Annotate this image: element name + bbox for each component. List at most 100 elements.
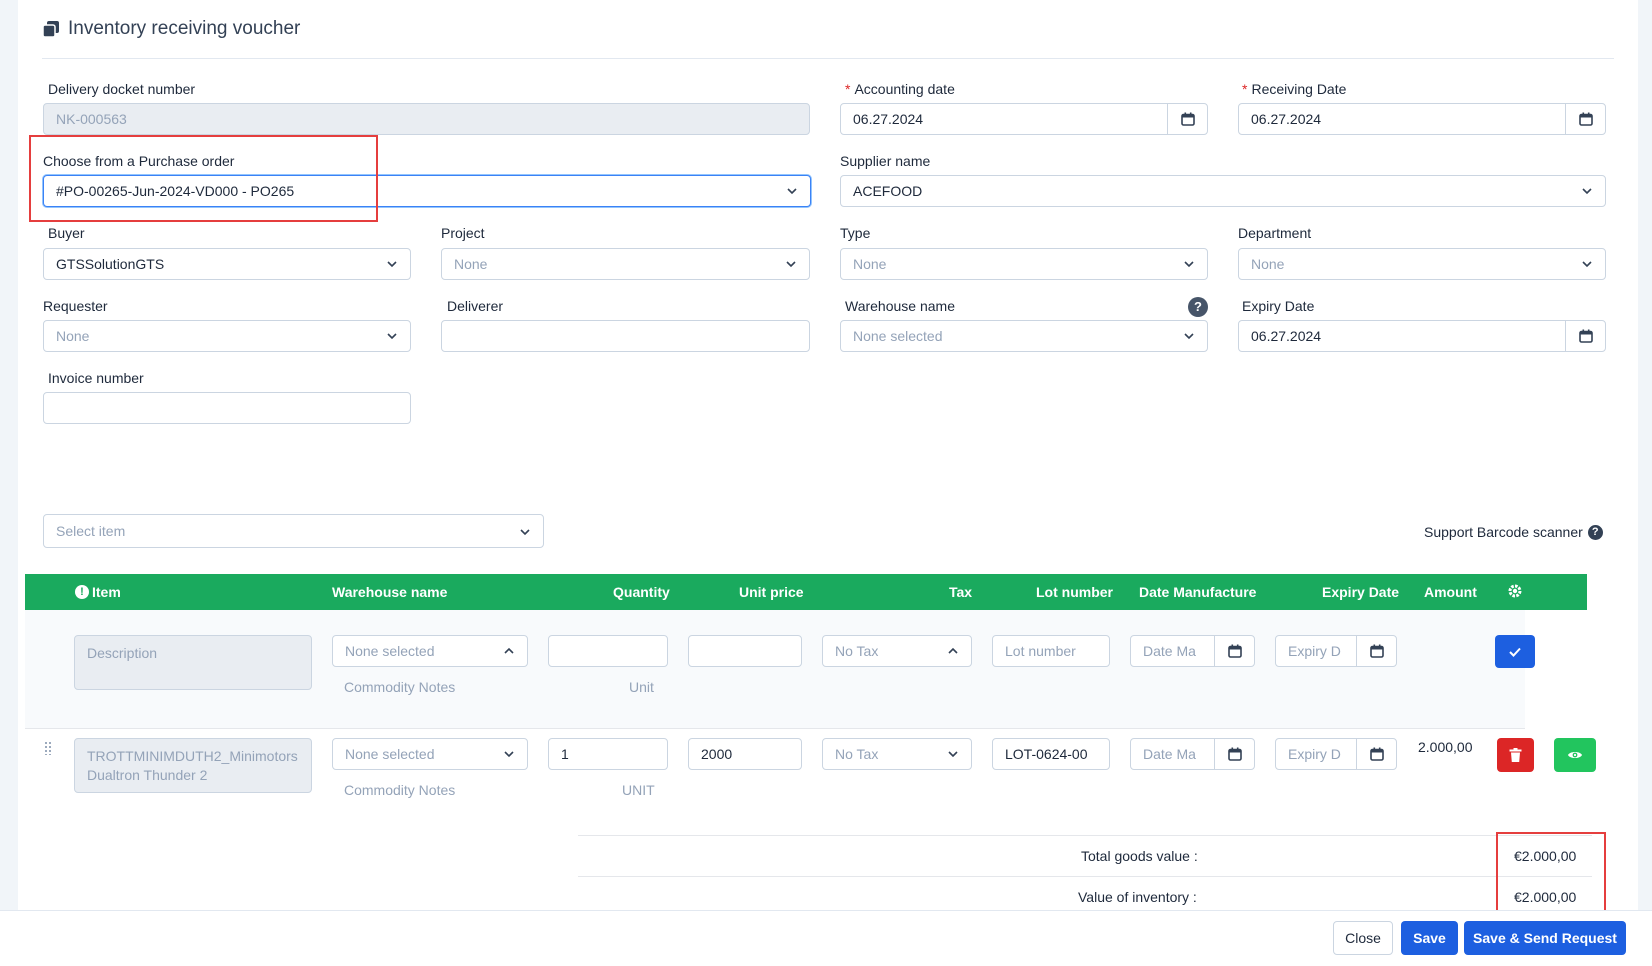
select-item-dropdown[interactable]: Select item: [43, 514, 544, 548]
receiving-date-input[interactable]: 06.27.2024: [1238, 103, 1606, 135]
new-row-unit-price-input[interactable]: [688, 635, 802, 667]
column-warehouse: Warehouse name: [332, 584, 448, 600]
requester-select[interactable]: None: [43, 320, 411, 352]
commodity-notes-label: Commodity Notes: [344, 782, 456, 798]
receiving-date-label: * Receiving Date: [1242, 81, 1347, 97]
column-expiry-date: Expiry Date: [1322, 584, 1400, 600]
delivery-docket-label: Delivery docket number: [48, 81, 196, 97]
calendar-icon[interactable]: [1356, 636, 1396, 666]
expiry-date-input[interactable]: 06.27.2024: [1238, 320, 1606, 352]
info-icon: !: [75, 585, 89, 599]
row-date-manufacture-input[interactable]: Date Ma: [1130, 738, 1255, 770]
row-lot-input[interactable]: LOT-0624-00: [992, 738, 1110, 770]
project-label: Project: [441, 225, 485, 241]
new-row-date-manufacture-input[interactable]: Date Ma: [1130, 635, 1255, 667]
accounting-date-input[interactable]: 06.27.2024: [840, 103, 1208, 135]
supplier-label: Supplier name: [840, 153, 931, 169]
check-icon: [1509, 647, 1521, 657]
header-divider: [42, 58, 1614, 59]
column-unit-price: Unit price: [739, 584, 804, 600]
help-icon[interactable]: ?: [1188, 297, 1208, 317]
row-quantity-input[interactable]: 1: [548, 738, 668, 770]
column-quantity: Quantity: [613, 584, 670, 600]
description-input[interactable]: Description: [74, 635, 312, 690]
calendar-icon[interactable]: [1356, 739, 1396, 769]
totals-divider: [578, 876, 1592, 877]
new-row-expiry-input[interactable]: Expiry D: [1275, 635, 1397, 667]
department-select[interactable]: None: [1238, 248, 1606, 280]
expiry-date-label: Expiry Date: [1242, 298, 1315, 314]
unit-label: UNIT: [622, 782, 655, 798]
buyer-select[interactable]: GTSSolutionGTS: [43, 248, 411, 280]
highlight-box: [1496, 832, 1606, 917]
warehouse-label: Warehouse name: [845, 298, 955, 314]
invoice-number-label: Invoice number: [48, 370, 144, 386]
row-expiry-input[interactable]: Expiry D: [1275, 738, 1397, 770]
help-icon: ?: [1587, 524, 1603, 540]
chevron-down-icon: [520, 529, 530, 536]
supplier-select[interactable]: ACEFOOD: [840, 175, 1606, 207]
page-header: Inventory receiving voucher: [42, 18, 300, 40]
column-tax: Tax: [949, 584, 973, 600]
chevron-up-icon: [948, 647, 958, 654]
delete-item-button[interactable]: [1497, 738, 1534, 772]
requester-label: Requester: [43, 298, 108, 314]
column-lot-number: Lot number: [1036, 584, 1113, 600]
new-row-tax-select[interactable]: No Tax: [822, 635, 972, 667]
barcode-scanner-label: Support Barcode scanner: [1424, 524, 1583, 540]
new-row-warehouse-select[interactable]: None selected: [332, 635, 528, 667]
chevron-down-icon: [948, 751, 958, 758]
trash-icon: [1509, 748, 1522, 762]
row-unit-price-input[interactable]: 2000: [688, 738, 802, 770]
calendar-icon[interactable]: [1214, 739, 1254, 769]
column-item: ! Item: [75, 584, 121, 600]
page-title: Inventory receiving voucher: [68, 18, 301, 39]
calendar-icon[interactable]: [1214, 636, 1254, 666]
project-select[interactable]: None: [441, 248, 810, 280]
commodity-notes-label: Commodity Notes: [344, 679, 456, 695]
totals-divider: [578, 835, 1592, 836]
total-goods-label: Total goods value :: [1081, 848, 1198, 864]
chevron-down-icon: [1582, 188, 1592, 195]
new-row-lot-input[interactable]: Lot number: [992, 635, 1110, 667]
gear-icon[interactable]: [1507, 583, 1523, 599]
calendar-icon[interactable]: [1167, 104, 1207, 134]
view-item-button[interactable]: [1554, 738, 1596, 772]
deliverer-input[interactable]: [441, 320, 810, 352]
type-select[interactable]: None: [840, 248, 1208, 280]
delivery-docket-input[interactable]: NK-000563: [43, 103, 810, 135]
type-label: Type: [840, 225, 871, 241]
save-button[interactable]: Save: [1401, 921, 1458, 955]
department-label: Department: [1238, 225, 1312, 241]
warehouse-select[interactable]: None selected: [840, 320, 1208, 352]
deliverer-label: Deliverer: [447, 298, 504, 314]
save-send-request-button[interactable]: Save & Send Request: [1464, 921, 1626, 955]
items-table-header: ! Item Warehouse name Quantity Unit price…: [25, 574, 1587, 610]
buyer-label: Buyer: [48, 225, 85, 241]
chevron-down-icon: [504, 751, 514, 758]
eye-icon: [1568, 752, 1582, 758]
close-button[interactable]: Close: [1333, 921, 1393, 955]
add-item-button[interactable]: [1495, 635, 1535, 668]
copy-icon: [42, 21, 59, 38]
row-warehouse-select[interactable]: None selected: [332, 738, 528, 770]
chevron-down-icon: [1184, 333, 1194, 340]
invoice-number-input[interactable]: [43, 392, 411, 424]
calendar-icon[interactable]: [1565, 104, 1605, 134]
chevron-down-icon: [1582, 261, 1592, 268]
chevron-down-icon: [787, 188, 797, 195]
chevron-down-icon: [1184, 261, 1194, 268]
chevron-down-icon: [387, 261, 397, 268]
footer-bar: Close Save Save & Send Request: [0, 910, 1652, 966]
column-date-manufacture: Date Manufacture: [1139, 584, 1257, 600]
calendar-icon[interactable]: [1565, 321, 1605, 351]
column-amount: Amount: [1424, 584, 1477, 600]
barcode-scanner-toggle[interactable]: Support Barcode scanner ?: [1424, 524, 1603, 540]
chevron-down-icon: [786, 261, 796, 268]
new-row-quantity-input[interactable]: [548, 635, 668, 667]
item-description[interactable]: TROTTMINIMDUTH2_Minimotors Dualtron Thun…: [74, 738, 312, 793]
chevron-up-icon: [504, 647, 514, 654]
drag-handle-icon[interactable]: [44, 741, 52, 755]
row-tax-select[interactable]: No Tax: [822, 738, 972, 770]
chevron-down-icon: [387, 333, 397, 340]
